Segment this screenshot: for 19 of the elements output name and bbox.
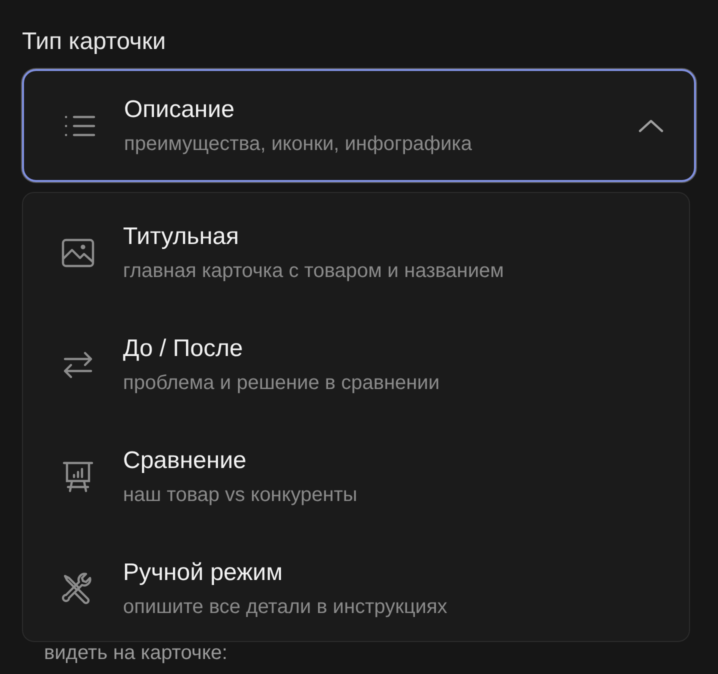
- card-type-select[interactable]: Описание преимущества, иконки, инфографика: [22, 69, 696, 182]
- field-label: Тип карточки: [22, 28, 166, 55]
- image-icon: [61, 238, 95, 268]
- option-title: Титульная: [123, 222, 240, 252]
- option-description: опишите все детали в инструкциях: [123, 595, 448, 620]
- dropdown-option[interactable]: Титульная главная карточка с товаром и названием: [23, 197, 689, 309]
- selected-description: преимущества, иконки, инфографика: [124, 132, 473, 156]
- option-description: наш товар vs конкуренты: [123, 483, 358, 508]
- swap-arrows-icon: [61, 350, 95, 380]
- dropdown-option[interactable]: До / После проблема и решение в сравнении: [23, 309, 689, 421]
- option-title: До / После: [123, 334, 244, 364]
- selected-value: Описание: [124, 94, 236, 124]
- option-description: проблема и решение в сравнении: [123, 371, 440, 396]
- option-title: Ручной режим: [123, 558, 284, 588]
- dropdown-option[interactable]: Сравнение наш товар vs конкуренты: [23, 421, 689, 533]
- list-icon: [64, 114, 96, 136]
- presentation-board-icon: [62, 460, 94, 494]
- option-description: главная карточка с товаром и названием: [123, 259, 504, 284]
- option-title: Сравнение: [123, 446, 248, 476]
